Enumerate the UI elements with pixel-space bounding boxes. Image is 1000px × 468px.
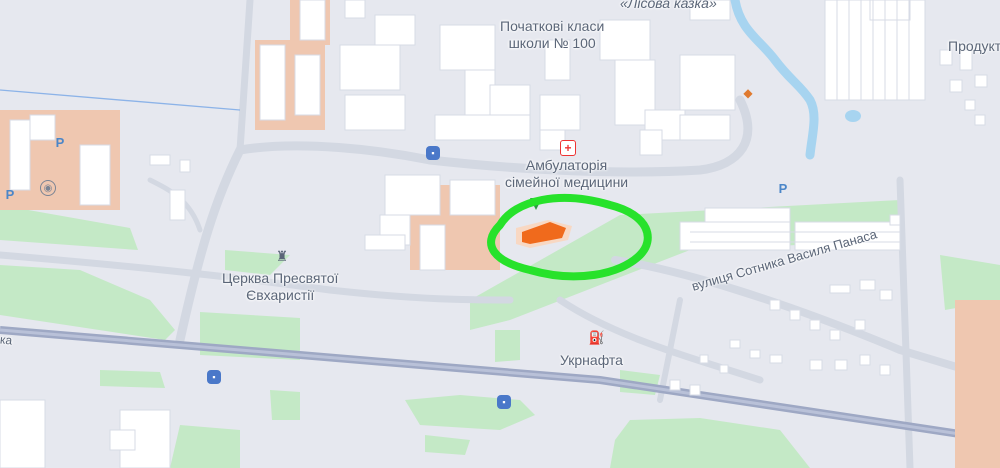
bus-stop-icon[interactable]: ▪	[426, 146, 440, 160]
bus-stop-icon[interactable]: ▪	[497, 395, 511, 409]
label-street-left-edge: ка	[0, 332, 13, 348]
label-clinic[interactable]: Амбулаторія сімейної медицини	[505, 157, 628, 191]
label-school[interactable]: Початкові класи школи № 100	[500, 18, 604, 52]
medical-cross-icon[interactable]: +	[560, 140, 576, 156]
parking-icon[interactable]: P	[52, 134, 68, 150]
label-church[interactable]: Церква Пресвятої Євхаристії	[222, 270, 338, 304]
eye-icon[interactable]: ◉	[40, 180, 56, 196]
label-church-line1: Церква Пресвятої	[222, 270, 339, 286]
church-icon[interactable]: ♜	[275, 248, 289, 264]
fuel-pump-icon[interactable]: ⛽	[589, 330, 605, 346]
label-produkt[interactable]: Продукт	[948, 38, 1000, 55]
pond	[845, 110, 861, 122]
label-school-line2: школи № 100	[508, 35, 596, 51]
parking-icon[interactable]: P	[2, 186, 18, 202]
label-clinic-line2: сімейної медицини	[505, 174, 629, 190]
bus-stop-icon[interactable]: ▪	[207, 370, 221, 384]
parking-icon[interactable]: P	[775, 180, 791, 196]
label-church-line2: Євхаристії	[246, 287, 315, 303]
label-lisova-kazka: «Лісова казка»	[620, 0, 717, 11]
label-gas-station[interactable]: Укрнафта	[560, 352, 623, 369]
label-clinic-line1: Амбулаторія	[525, 157, 608, 173]
label-school-line1: Початкові класи	[500, 18, 605, 34]
shop-icon[interactable]: ◆	[741, 86, 755, 100]
